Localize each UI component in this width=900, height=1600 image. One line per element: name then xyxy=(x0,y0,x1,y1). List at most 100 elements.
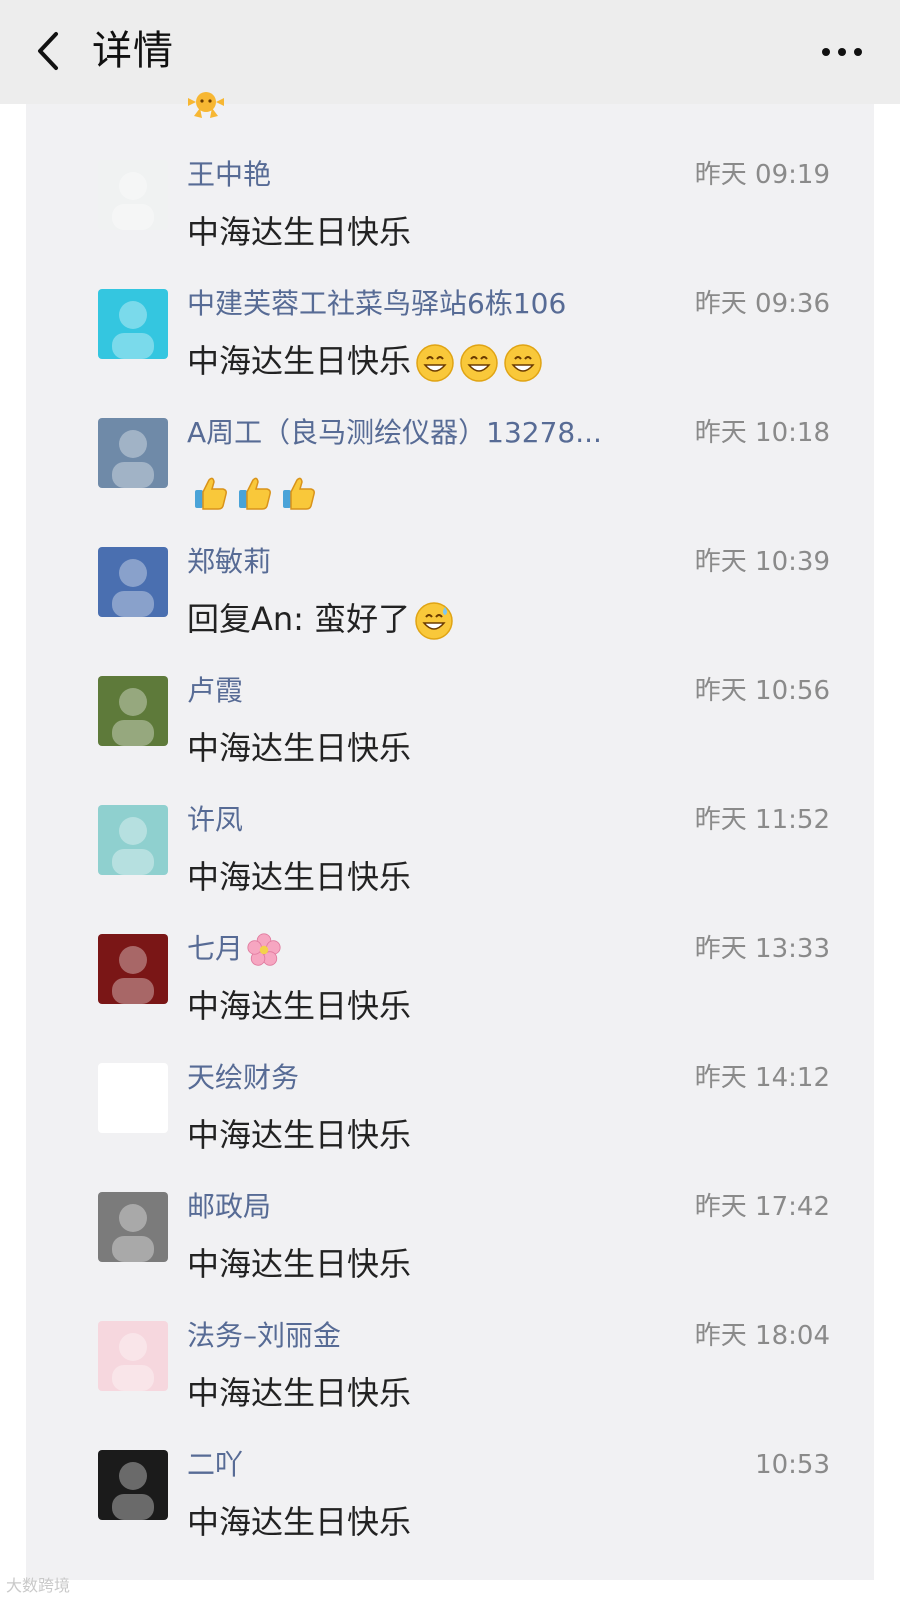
thumbs-up-emoji-icon xyxy=(195,477,227,510)
comment-text xyxy=(187,468,319,512)
flower-emoji-icon xyxy=(247,933,281,966)
comment-text-value: 中海达生日快乐 xyxy=(187,342,412,380)
page-title: 详情 xyxy=(92,28,174,74)
commenter-name[interactable]: 邮政局 xyxy=(187,1188,271,1226)
commenter-name[interactable]: 王中艳 xyxy=(187,156,271,194)
comment-text-value: 中海达生日快乐 xyxy=(187,1374,412,1412)
comments-panel: 王中艳 昨天 09:19 中海达生日快乐 中建芙蓉工社菜鸟驿站6栋106 昨天 09:3… xyxy=(26,92,874,1580)
comment-item[interactable]: 中建芙蓉工社菜鸟驿站6栋106 昨天 09:36 中海达生日快乐 xyxy=(26,287,874,418)
avatar[interactable] xyxy=(98,418,168,488)
avatar[interactable] xyxy=(98,934,168,1004)
comment-time: 昨天 10:39 xyxy=(694,547,830,577)
comment-time: 昨天 11:52 xyxy=(694,805,830,835)
avatar[interactable] xyxy=(98,1192,168,1262)
avatar-image xyxy=(112,1462,154,1520)
comment-item[interactable]: 七月 昨天 13:33 中海达生日快乐 xyxy=(26,932,874,1063)
comment-item[interactable]: 卢霞 昨天 10:56 中海达生日快乐 xyxy=(26,674,874,805)
commenter-name[interactable]: 天绘财务 xyxy=(187,1059,299,1097)
commenter-name-text: 许凤 xyxy=(187,803,244,836)
comment-time: 昨天 10:56 xyxy=(694,676,830,706)
comment-time: 昨天 10:18 xyxy=(694,418,830,448)
commenter-name-text: 中建芙蓉工社菜鸟驿站6栋106 xyxy=(187,287,567,320)
chevron-left-icon[interactable] xyxy=(30,28,70,74)
avatar-image xyxy=(112,559,154,617)
grin-emoji-icon xyxy=(460,344,498,382)
commenter-name[interactable]: A周工（良马测绘仪器）13278... xyxy=(187,414,602,452)
avatar-image xyxy=(112,1204,154,1262)
comment-text-value: 中海达生日快乐 xyxy=(187,729,412,767)
comment-item[interactable]: 王中艳 昨天 09:19 中海达生日快乐 xyxy=(26,158,874,289)
commenter-name[interactable]: 法务–刘丽金 xyxy=(187,1317,341,1355)
avatar[interactable] xyxy=(98,160,168,230)
more-dots-icon[interactable] xyxy=(820,46,864,58)
commenter-name-text: 王中艳 xyxy=(187,158,272,191)
avatar[interactable] xyxy=(98,547,168,617)
avatar[interactable] xyxy=(98,1063,168,1133)
commenter-name[interactable]: 中建芙蓉工社菜鸟驿站6栋106 xyxy=(187,285,566,323)
comment-text: 中海达生日快乐 xyxy=(187,1500,411,1544)
avatar[interactable] xyxy=(98,676,168,746)
watermark: 大数跨境 xyxy=(6,1576,71,1595)
comment-time: 10:53 xyxy=(755,1450,830,1480)
comment-text-value: 中海达生日快乐 xyxy=(187,1245,412,1283)
comment-item[interactable]: 邮政局 昨天 17:42 中海达生日快乐 xyxy=(26,1190,874,1321)
avatar[interactable] xyxy=(98,805,168,875)
comment-text: 中海达生日快乐 xyxy=(187,984,411,1028)
avatar-image xyxy=(112,430,154,488)
commenter-name-text: 郑敏莉 xyxy=(187,545,272,578)
avatar[interactable] xyxy=(98,1450,168,1520)
thumbs-up-emoji-icon xyxy=(283,477,315,510)
commenter-name-text: 卢霞 xyxy=(187,674,244,707)
comment-time: 昨天 17:42 xyxy=(694,1192,830,1222)
comment-text: 中海达生日快乐 xyxy=(187,339,543,383)
avatar-image xyxy=(112,301,154,359)
comment-text-value: 中海达生日快乐 xyxy=(187,213,412,251)
comment-time: 昨天 09:19 xyxy=(694,160,830,190)
comment-time: 昨天 09:36 xyxy=(694,289,830,319)
comment-text: 回复An: 蛮好了 xyxy=(187,597,454,641)
avatar-image xyxy=(112,946,154,1004)
comment-text-value: 中海达生日快乐 xyxy=(187,858,412,896)
commenter-name[interactable]: 二吖 xyxy=(187,1446,243,1484)
avatar[interactable] xyxy=(98,289,168,359)
comment-text: 中海达生日快乐 xyxy=(187,726,411,770)
grin-emoji-icon xyxy=(416,344,454,382)
comment-item[interactable]: 二吖 10:53 中海达生日快乐 xyxy=(26,1448,874,1579)
comment-text: 中海达生日快乐 xyxy=(187,1242,411,1286)
comment-text-value: 回复An: 蛮好了 xyxy=(187,600,411,638)
comment-item[interactable]: A周工（良马测绘仪器）13278... 昨天 10:18 xyxy=(26,416,874,547)
grin-emoji-icon xyxy=(504,344,542,382)
comment-time: 昨天 13:33 xyxy=(694,934,830,964)
comment-text: 中海达生日快乐 xyxy=(187,855,411,899)
commenter-name[interactable]: 七月 xyxy=(187,930,281,968)
avatar[interactable] xyxy=(98,1321,168,1391)
top-navigation-bar: 详情 xyxy=(0,0,900,104)
avatar-image xyxy=(112,817,154,875)
comment-time: 昨天 14:12 xyxy=(694,1063,830,1093)
comment-item[interactable]: 许凤 昨天 11:52 中海达生日快乐 xyxy=(26,803,874,934)
commenter-name-text: 二吖 xyxy=(187,1448,244,1481)
comment-text: 中海达生日快乐 xyxy=(187,210,411,254)
comment-item[interactable]: 郑敏莉 昨天 10:39 回复An: 蛮好了 xyxy=(26,545,874,676)
commenter-name-text: 七月 xyxy=(187,932,244,965)
comment-item[interactable]: 法务–刘丽金 昨天 18:04 中海达生日快乐 xyxy=(26,1319,874,1450)
avatar-image xyxy=(112,172,154,230)
commenter-name-text: 天绘财务 xyxy=(187,1061,300,1094)
comment-text-value: 中海达生日快乐 xyxy=(187,1116,412,1154)
comment-time: 昨天 18:04 xyxy=(694,1321,830,1351)
commenter-name-text: 邮政局 xyxy=(187,1190,272,1223)
comment-text-value: 中海达生日快乐 xyxy=(187,987,412,1025)
avatar-image xyxy=(112,1333,154,1391)
thumbs-up-emoji-icon xyxy=(239,477,271,510)
comment-text-value: 中海达生日快乐 xyxy=(187,1503,412,1541)
commenter-name[interactable]: 许凤 xyxy=(187,801,243,839)
commenter-name[interactable]: 郑敏莉 xyxy=(187,543,271,581)
commenter-name-text: 法务–刘丽金 xyxy=(187,1319,342,1352)
comment-text: 中海达生日快乐 xyxy=(187,1371,411,1415)
avatar-image xyxy=(112,1075,154,1133)
comment-text: 中海达生日快乐 xyxy=(187,1113,411,1157)
avatar-image xyxy=(112,688,154,746)
comment-item[interactable]: 天绘财务 昨天 14:12 中海达生日快乐 xyxy=(26,1061,874,1192)
sun-emoji-icon xyxy=(188,92,224,118)
commenter-name[interactable]: 卢霞 xyxy=(187,672,243,710)
